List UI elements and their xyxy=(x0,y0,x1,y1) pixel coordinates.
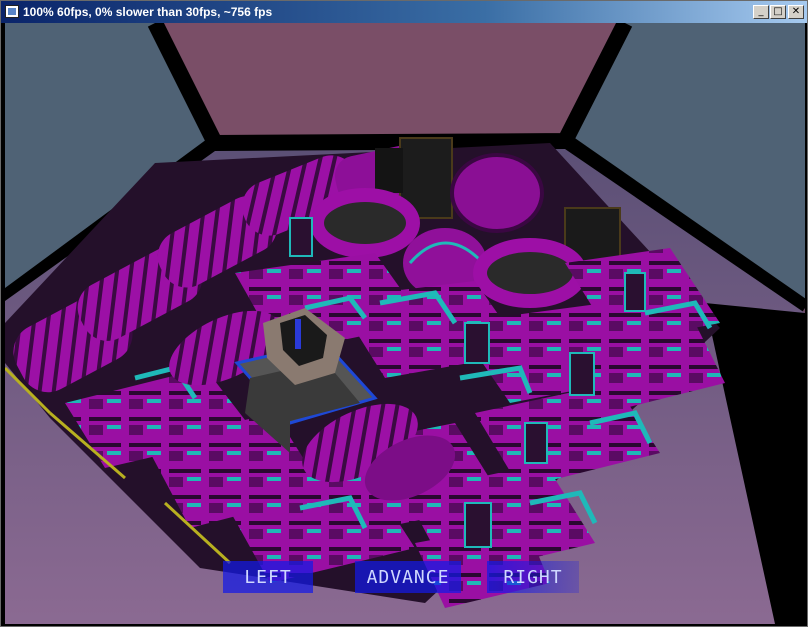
game-viewport[interactable]: LEFT ADVANCE RIGHT xyxy=(5,23,805,624)
back-wall xyxy=(155,23,625,143)
ring-structure xyxy=(310,188,420,258)
game-window: 100% 60fps, 0% slower than 30fps, ~756 f… xyxy=(0,0,808,627)
close-button[interactable]: ✕ xyxy=(788,5,804,19)
app-window-icon[interactable] xyxy=(5,5,19,18)
minimize-button[interactable]: _ xyxy=(753,5,769,19)
window-title: 100% 60fps, 0% slower than 30fps, ~756 f… xyxy=(23,5,273,19)
left-button[interactable]: LEFT xyxy=(223,561,313,593)
title-bar[interactable]: 100% 60fps, 0% slower than 30fps, ~756 f… xyxy=(1,1,807,23)
right-button[interactable]: RIGHT xyxy=(487,561,579,593)
maximize-button[interactable]: □ xyxy=(770,5,786,19)
advance-button[interactable]: ADVANCE xyxy=(355,561,461,593)
scene-render xyxy=(5,23,805,624)
